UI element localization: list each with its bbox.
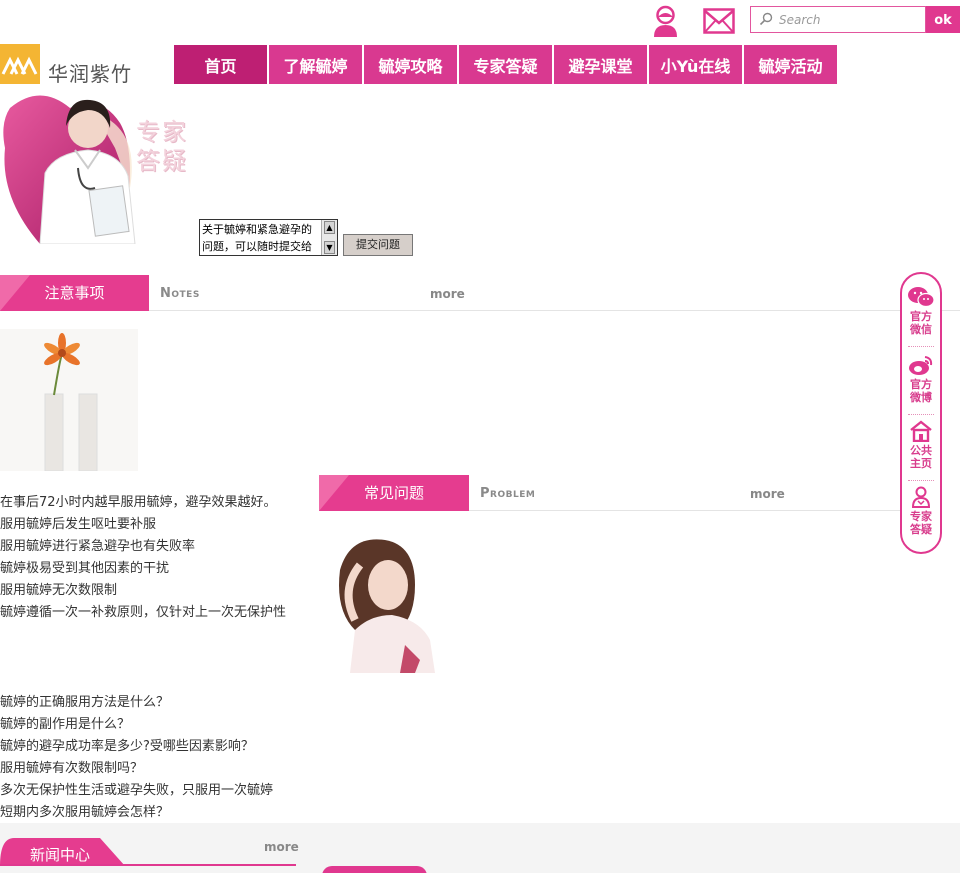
notes-title: 注意事项 — [44, 284, 105, 302]
logo-mark-icon — [0, 44, 40, 84]
list-item[interactable]: 短期内多次服用毓婷会怎样？ — [0, 802, 320, 824]
nav-expert-qa[interactable]: 专家答疑 — [459, 45, 552, 84]
notes-en-title: Notes — [160, 286, 200, 301]
faq-header: 常见问题 Problem more — [319, 475, 900, 511]
logo-text: 华润紫竹 — [48, 62, 132, 86]
list-item[interactable]: 在事后72小时内越早服用毓婷，避孕效果越好。 — [0, 492, 320, 514]
thinking-woman-image — [320, 530, 460, 673]
textarea-scrollbar[interactable]: ▲ ▼ — [321, 220, 337, 255]
list-item[interactable]: 毓婷的副作用是什么？ — [0, 714, 320, 736]
mail-icon[interactable] — [703, 8, 735, 34]
doctor-illustration — [3, 95, 136, 244]
floating-sidebar: 官方微信 官方微博 公共主页 专家答疑 — [900, 272, 942, 554]
list-item[interactable]: 毓婷极易受到其他因素的干扰 — [0, 558, 320, 580]
tab-decor-icon — [0, 275, 30, 311]
sidebar-item-label: 专家答疑 — [910, 510, 932, 536]
news-more-link[interactable]: more — [264, 840, 299, 854]
list-item[interactable]: 服用毓婷进行紧急避孕也有失败率 — [0, 536, 320, 558]
sidebar-item-weibo[interactable]: 官方微博 — [902, 354, 940, 404]
divider — [0, 864, 296, 866]
list-item[interactable]: 毓婷的正确服用方法是什么？ — [0, 692, 320, 714]
news-tab-secondary[interactable] — [322, 866, 427, 873]
tab-decor-icon — [319, 475, 349, 511]
flower-vase-image — [0, 329, 138, 471]
hero-title: 专家答疑 — [136, 118, 188, 175]
sidebar-item-homepage[interactable]: 公共主页 — [902, 420, 940, 470]
nav-contraception-class[interactable]: 避孕课堂 — [554, 45, 647, 84]
sidebar-item-wechat[interactable]: 官方微信 — [902, 286, 940, 336]
divider — [908, 480, 934, 481]
search-icon — [759, 12, 773, 26]
notes-more-link[interactable]: more — [430, 287, 465, 301]
faq-en-title: Problem — [480, 486, 536, 501]
question-text: 关于毓婷和紧急避孕的问题，可以随时提交给我们 — [202, 223, 312, 253]
scroll-down-icon[interactable]: ▼ — [324, 241, 335, 254]
faq-more-link[interactable]: more — [750, 487, 785, 501]
search-box — [750, 6, 926, 33]
home-icon — [910, 420, 932, 442]
list-item[interactable]: 服用毓婷有次数限制吗？ — [0, 758, 320, 780]
notes-header: 注意事项 Notes more — [0, 275, 960, 311]
list-item[interactable]: 服用毓婷后发生呕吐要补服 — [0, 514, 320, 536]
divider — [908, 346, 934, 347]
nav-activities[interactable]: 毓婷活动 — [744, 45, 837, 84]
question-textarea[interactable]: 关于毓婷和紧急避孕的问题，可以随时提交给我们 ▲ ▼ — [199, 219, 338, 256]
nav-about-yuting[interactable]: 了解毓婷 — [269, 45, 362, 84]
search-ok-button[interactable]: ok — [926, 6, 960, 33]
list-item[interactable]: 服用毓婷无次数限制 — [0, 580, 320, 602]
submit-question-button[interactable]: 提交问题 — [343, 234, 413, 256]
divider — [908, 414, 934, 415]
notes-tab[interactable]: 注意事项 — [0, 275, 149, 311]
scroll-up-icon[interactable]: ▲ — [324, 221, 335, 234]
list-item[interactable]: 多次无保护性生活或避孕失败，只服用一次毓婷 — [0, 780, 320, 802]
user-icon[interactable] — [652, 5, 679, 37]
faq-tab[interactable]: 常见问题 — [319, 475, 469, 511]
sidebar-item-label: 官方微博 — [910, 378, 932, 404]
expert-icon — [911, 486, 931, 508]
sidebar-item-expert[interactable]: 专家答疑 — [902, 486, 940, 536]
faq-title: 常见问题 — [363, 484, 424, 502]
nav-home[interactable]: 首页 — [174, 45, 267, 84]
wechat-icon — [908, 287, 935, 308]
nav-online[interactable]: 小Yù在线 — [649, 45, 742, 84]
main-nav: 首页 了解毓婷 毓婷攻略 专家答疑 避孕课堂 小Yù在线 毓婷活动 — [174, 45, 839, 84]
nav-guide[interactable]: 毓婷攻略 — [364, 45, 457, 84]
list-item[interactable]: 毓婷的避孕成功率是多少?受哪些因素影响？ — [0, 736, 320, 758]
sidebar-item-label: 官方微信 — [910, 310, 932, 336]
sidebar-item-label: 公共主页 — [910, 444, 932, 470]
news-title: 新闻中心 — [30, 846, 91, 864]
search-input[interactable] — [779, 10, 919, 30]
notes-list: 在事后72小时内越早服用毓婷，避孕效果越好。 服用毓婷后发生呕吐要补服 服用毓婷… — [0, 492, 320, 624]
weibo-icon — [909, 356, 933, 375]
faq-list: 毓婷的正确服用方法是什么？ 毓婷的副作用是什么？ 毓婷的避孕成功率是多少?受哪些… — [0, 692, 320, 824]
list-item[interactable]: 毓婷遵循一次一补救原则，仅针对上一次无保护性 — [0, 602, 320, 624]
